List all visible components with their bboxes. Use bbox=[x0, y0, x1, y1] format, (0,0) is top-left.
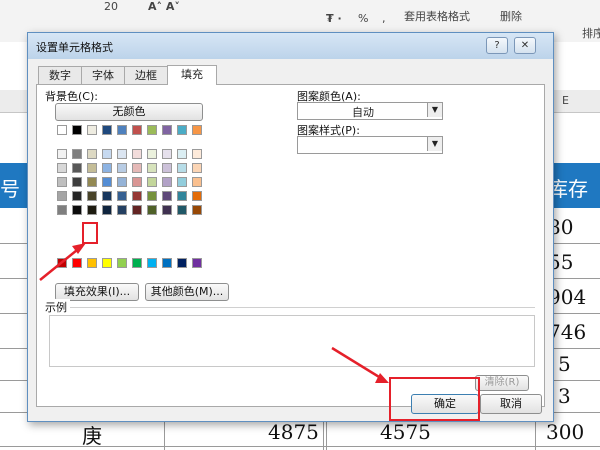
arrow-to-ok bbox=[331, 346, 385, 382]
annotation-arrows bbox=[39, 243, 389, 383]
arrow-to-orange bbox=[39, 245, 83, 281]
tab-fill[interactable]: 填充 bbox=[167, 65, 217, 85]
